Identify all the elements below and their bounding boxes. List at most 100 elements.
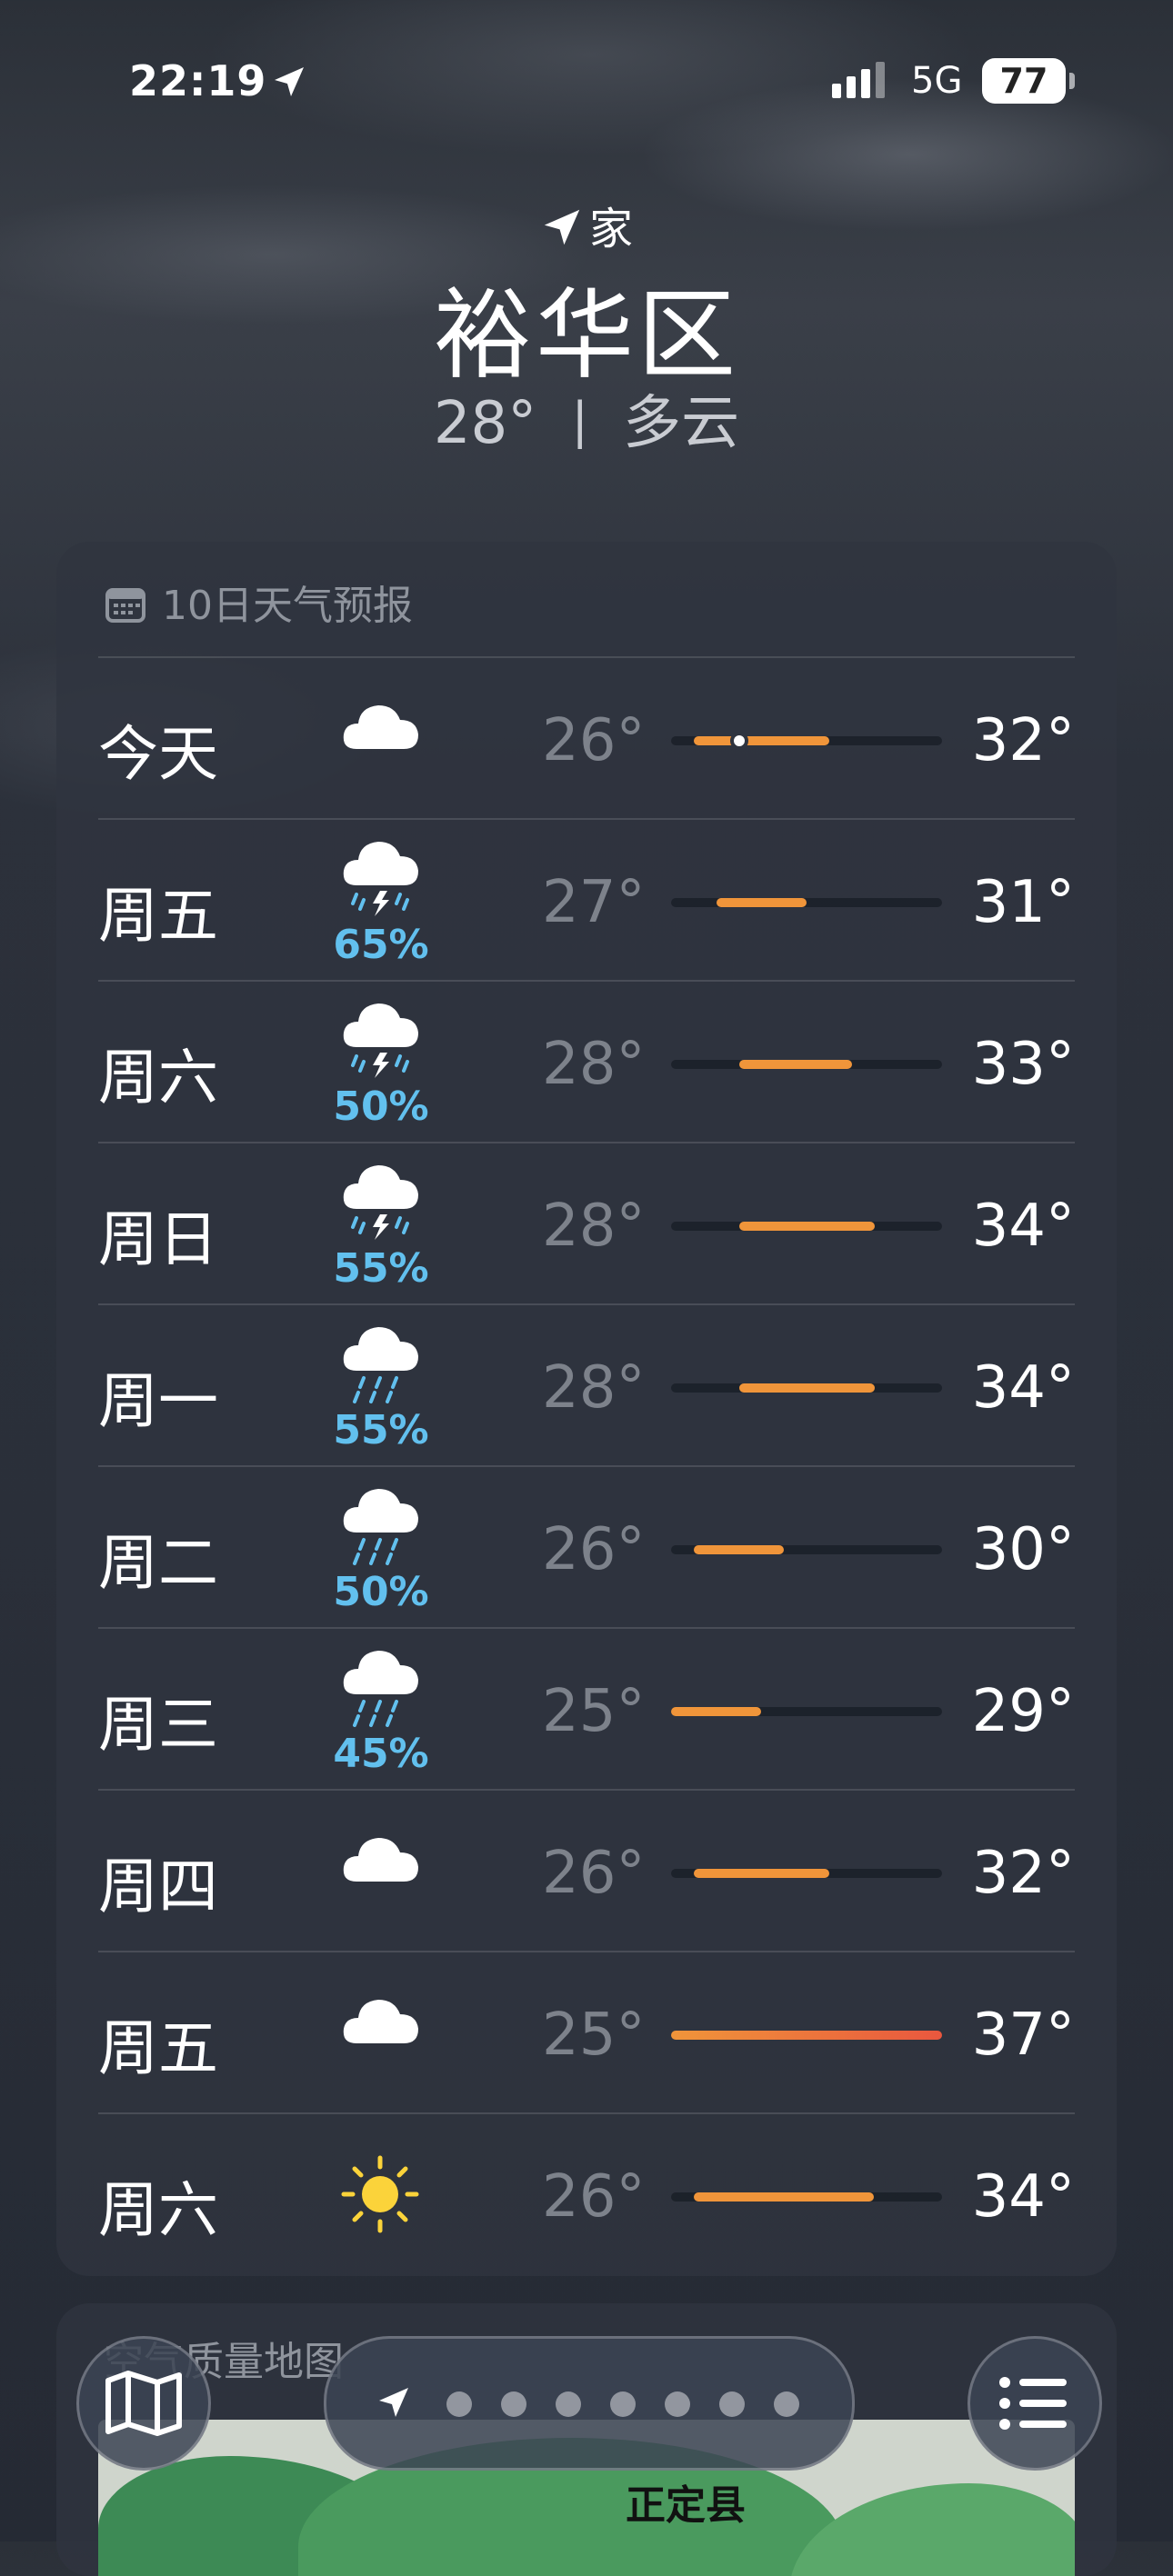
forecast-day: 周四 xyxy=(98,1852,218,1922)
low-temp: 25° xyxy=(542,2002,646,2069)
forecast-day: 周六 xyxy=(98,1043,218,1113)
cloud-icon xyxy=(336,1989,424,2056)
temp-range-fill xyxy=(693,1545,785,1554)
temp-range-fill xyxy=(738,1060,852,1069)
sun-icon xyxy=(336,2151,424,2242)
temp-range-bar xyxy=(671,898,942,907)
page-dot[interactable] xyxy=(774,2391,799,2417)
cloud-icon xyxy=(336,1827,424,1894)
precip-chance: 45% xyxy=(333,1731,429,1777)
high-temp: 31° xyxy=(971,869,1075,936)
page-dot[interactable] xyxy=(501,2391,526,2417)
page-indicator[interactable] xyxy=(324,2336,855,2471)
map-button[interactable] xyxy=(76,2336,211,2471)
page-dot[interactable] xyxy=(446,2391,472,2417)
low-temp: 26° xyxy=(542,1840,646,1907)
location-arrow-icon xyxy=(544,209,580,245)
temp-range-fill xyxy=(671,2031,942,2040)
precip-chance: 65% xyxy=(333,922,429,968)
high-temp: 30° xyxy=(971,1516,1075,1583)
temp-range-bar xyxy=(671,1707,942,1716)
network-type: 5G xyxy=(911,60,963,102)
home-location-label: 家 xyxy=(0,193,1173,256)
high-temp: 32° xyxy=(971,1840,1075,1907)
precip-chance: 55% xyxy=(333,1407,429,1453)
location-arrow-icon xyxy=(379,2388,408,2417)
forecast-row[interactable]: 周六 50% 28° 33° xyxy=(98,980,1075,1143)
thunderstorm-icon xyxy=(336,836,424,931)
low-temp: 27° xyxy=(542,869,646,936)
temp-range-fill xyxy=(738,1383,875,1393)
temp-range-bar xyxy=(671,1222,942,1231)
page-dot[interactable] xyxy=(556,2391,581,2417)
precip-chance: 55% xyxy=(333,1245,429,1292)
temp-range-fill xyxy=(693,1869,829,1878)
map-icon xyxy=(105,2371,182,2436)
status-time: 22:19 xyxy=(129,56,267,105)
rain-icon xyxy=(336,1483,424,1578)
low-temp: 28° xyxy=(542,1354,646,1422)
ten-day-forecast-card[interactable]: 10日天气预报 今天 26° 32° 周五 65% 27° 31° 周六 50% 28° 33° 周日… xyxy=(56,542,1117,2276)
rain-icon xyxy=(336,1322,424,1416)
temp-range-bar xyxy=(671,1060,942,1069)
temp-range-fill xyxy=(716,898,807,907)
map-place-label: 正定县 xyxy=(626,2482,746,2529)
current-condition: 多云 xyxy=(623,390,740,457)
forecast-card-header: 10日天气预报 xyxy=(104,573,413,629)
temp-range-bar xyxy=(671,2192,942,2202)
forecast-row[interactable]: 周日 55% 28° 34° xyxy=(98,1142,1075,1305)
temp-range-fill xyxy=(738,1222,875,1231)
temp-range-fill xyxy=(693,736,829,745)
forecast-day: 周二 xyxy=(98,1528,218,1598)
temp-range-fill xyxy=(693,2192,875,2202)
low-temp: 25° xyxy=(542,1678,646,1745)
low-temp: 28° xyxy=(542,1031,646,1098)
high-temp: 33° xyxy=(971,1031,1075,1098)
forecast-day: 周一 xyxy=(98,1366,218,1436)
precip-chance: 50% xyxy=(333,1569,429,1615)
thunderstorm-icon xyxy=(336,1160,424,1254)
forecast-row[interactable]: 今天 26° 32° xyxy=(98,656,1075,820)
status-bar: 22:19 5G 77 xyxy=(0,56,1173,111)
page-dot[interactable] xyxy=(610,2391,636,2417)
forecast-title: 10日天气预报 xyxy=(162,583,413,629)
temp-range-bar xyxy=(671,2031,942,2040)
low-temp: 26° xyxy=(542,2163,646,2231)
forecast-row[interactable]: 周三 45% 25° 29° xyxy=(98,1627,1075,1791)
forecast-day: 周日 xyxy=(98,1204,218,1274)
high-temp: 34° xyxy=(971,1193,1075,1260)
current-temp: 28° xyxy=(433,390,537,457)
list-button[interactable] xyxy=(967,2336,1102,2471)
home-label: 家 xyxy=(588,204,633,255)
forecast-day: 周六 xyxy=(98,2175,218,2245)
forecast-day: 周五 xyxy=(98,2013,218,2083)
battery-icon: 77 xyxy=(982,58,1066,104)
low-temp: 26° xyxy=(542,707,646,774)
current-temp-marker xyxy=(729,732,748,750)
forecast-row[interactable]: 周五 25° 37° xyxy=(98,1951,1075,2114)
list-icon xyxy=(999,2377,1067,2430)
forecast-row[interactable]: 周二 50% 26° 30° xyxy=(98,1465,1075,1629)
forecast-row[interactable]: 周一 55% 28° 34° xyxy=(98,1303,1075,1467)
precip-chance: 50% xyxy=(333,1083,429,1130)
low-temp: 26° xyxy=(542,1516,646,1583)
high-temp: 29° xyxy=(971,1678,1075,1745)
battery-cap xyxy=(1069,73,1075,89)
current-summary: 28° | 多云 xyxy=(0,376,1173,460)
temp-range-bar xyxy=(671,1545,942,1554)
summary-separator: | xyxy=(571,392,588,449)
forecast-row[interactable]: 周六 26° 34° xyxy=(98,2112,1075,2276)
forecast-row[interactable]: 周四 26° 32° xyxy=(98,1789,1075,1952)
rain-icon xyxy=(336,1645,424,1740)
forecast-day: 周三 xyxy=(98,1690,218,1760)
high-temp: 34° xyxy=(971,2163,1075,2231)
cloud-icon xyxy=(336,694,424,762)
forecast-row[interactable]: 周五 65% 27° 31° xyxy=(98,818,1075,982)
page-dot[interactable] xyxy=(719,2391,745,2417)
forecast-day: 今天 xyxy=(98,719,218,789)
thunderstorm-icon xyxy=(336,998,424,1093)
forecast-day: 周五 xyxy=(98,881,218,951)
high-temp: 32° xyxy=(971,707,1075,774)
page-dot[interactable] xyxy=(665,2391,690,2417)
location-arrow-icon xyxy=(275,67,304,96)
